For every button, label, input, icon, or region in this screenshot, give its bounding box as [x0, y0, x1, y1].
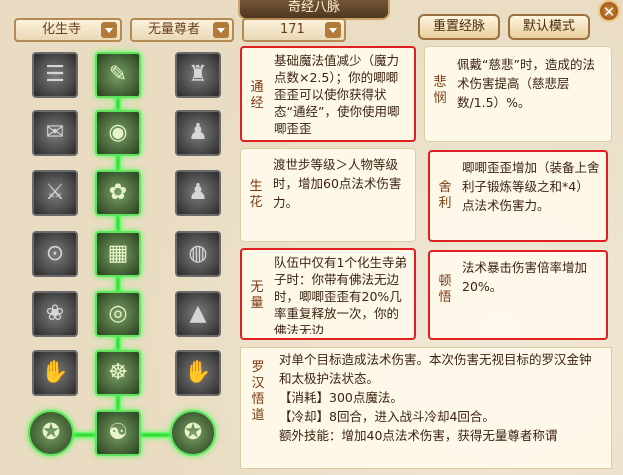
detail-line: 【冷却】8回合，进入战斗冷却4回合。	[279, 409, 495, 424]
skill-name: 顿悟	[438, 274, 452, 305]
skill-description: 基础魔法值减少（魔力点数×2.5）；你的唧唧歪歪可以使你获得状态“通经”，使你使…	[274, 53, 400, 136]
stupa-icon: ▲	[189, 301, 207, 326]
scroll-icon: ✉	[45, 120, 65, 145]
node-figure[interactable]: ♟	[175, 110, 221, 156]
figure-icon: ♟	[188, 120, 208, 145]
chevron-down-icon[interactable]	[213, 22, 229, 38]
meditate-icon: ☯	[108, 420, 128, 445]
sect-value: 化生寺	[42, 22, 82, 37]
eye-icon: ◉	[108, 120, 128, 145]
school-dropdown[interactable]: 无量尊者	[130, 18, 234, 42]
skill-detail-panel: 罗汉悟道 对单个目标造成法术伤害。本次伤害无视目标的罗汉金钟和太极护法状态。 【…	[240, 347, 612, 469]
chevron-down-icon[interactable]	[325, 22, 341, 38]
meditate-icon: ☸	[108, 360, 128, 385]
skill-name: 悲悯	[433, 75, 447, 106]
node-lotus[interactable]: ❀	[32, 291, 78, 337]
flower-icon: ✿	[108, 180, 128, 205]
sect-dropdown[interactable]: 化生寺	[14, 18, 122, 42]
skill-card-beimin[interactable]: 悲悯 佩戴“慈悲”时，造成的法术伤害提高（慈悲层数/1.5）%。	[424, 46, 612, 142]
node-eye[interactable]: ◉	[95, 110, 141, 156]
detail-line: 额外技能：增加40点法术伤害，获得无量尊者称谓	[279, 428, 558, 443]
chevron-down-icon[interactable]	[101, 22, 117, 38]
node-meditate-bottom[interactable]: ☯	[95, 410, 141, 456]
meridian-tree: ☰ ✎ ♜ ✉ ◉ ♟ ⚔ ✿ ♟ ⊙ ▦ ◍ ❀ ◎ ▲ ✋ ☸ ✋ ✪ ☯ …	[20, 48, 238, 470]
window-title: 奇经八脉	[238, 0, 390, 20]
skill-description: 渡世步等级＞人物等级时，增加60点法术伤害力。	[273, 157, 402, 210]
lotus-icon: ❀	[45, 301, 65, 326]
hand-icon: ✋	[41, 360, 69, 385]
book-icon: ☰	[45, 62, 65, 87]
node-stone[interactable]: ◍	[175, 231, 221, 277]
node-wave[interactable]: ◎	[95, 291, 141, 337]
node-brush[interactable]: ✎	[95, 52, 141, 98]
node-altar[interactable]: ▦	[95, 231, 141, 277]
coin-icon: ✪	[41, 420, 61, 445]
node-hand[interactable]: ✋	[32, 350, 78, 396]
skill-name: 通经	[250, 80, 264, 111]
ring-icon: ⊙	[45, 241, 65, 266]
altar-icon: ▦	[107, 241, 129, 266]
skill-card-dunwu[interactable]: 顿悟 法术暴击伤害倍率增加20%。	[428, 250, 608, 340]
skill-description: 法术暴击伤害倍率增加20%。	[462, 260, 588, 294]
node-coin-right[interactable]: ✪	[170, 410, 216, 456]
brush-icon: ✎	[108, 62, 128, 87]
node-flower[interactable]: ✿	[95, 170, 141, 216]
meridian-window: 奇经八脉 ✕ 化生寺 无量尊者 171 重置经脉 默认模式 ☰ ✎ ♜ ✉ ◉ …	[0, 0, 623, 475]
blade-icon: ⚔	[45, 180, 65, 205]
skill-name: 舍利	[438, 180, 452, 211]
figure-icon: ♟	[188, 180, 208, 205]
node-scroll[interactable]: ✉	[32, 110, 78, 156]
node-blade[interactable]: ⚔	[32, 170, 78, 216]
hand-icon: ✋	[184, 360, 212, 385]
skill-card-tongjing[interactable]: 通经 基础魔法值减少（魔力点数×2.5）；你的唧唧歪歪可以使你获得状态“通经”，…	[240, 46, 416, 142]
stone-icon: ◍	[188, 241, 208, 266]
skill-name: 无量	[250, 280, 264, 311]
node-coin-left[interactable]: ✪	[28, 410, 74, 456]
reset-meridian-button[interactable]: 重置经脉	[418, 14, 500, 40]
node-hand[interactable]: ✋	[175, 350, 221, 396]
figure-icon: ♜	[188, 62, 208, 87]
node-figure[interactable]: ♟	[175, 170, 221, 216]
skill-description: 佩戴“慈悲”时，造成的法术伤害提高（慈悲层数/1.5）%。	[457, 57, 595, 110]
school-value: 无量尊者	[148, 22, 201, 37]
node-meditate[interactable]: ☸	[95, 350, 141, 396]
node-figure[interactable]: ♜	[175, 52, 221, 98]
skill-card-shenghua[interactable]: 生花 渡世步等级＞人物等级时，增加60点法术伤害力。	[240, 148, 416, 242]
skill-description: 唧唧歪歪增加（装备上舍利子锻炼等级之和*4）点法术伤害力。	[462, 160, 600, 213]
default-mode-button[interactable]: 默认模式	[508, 14, 590, 40]
detail-text: 对单个目标造成法术伤害。本次伤害无视目标的罗汉金钟和太极护法状态。 【消耗】30…	[279, 350, 603, 445]
detail-skill-name: 罗汉悟道	[251, 360, 265, 423]
skill-description: 队伍中仅有1个化生寺弟子时：你带有佛法无边时，唧唧歪歪有20%几率重复释放一次，…	[274, 255, 407, 334]
node-book[interactable]: ☰	[32, 52, 78, 98]
skill-name: 生花	[249, 179, 263, 210]
detail-line: 对单个目标造成法术伤害。本次伤害无视目标的罗汉金钟和太极护法状态。	[279, 352, 592, 386]
skill-card-wuliang[interactable]: 无量 队伍中仅有1个化生寺弟子时：你带有佛法无边时，唧唧歪歪有20%几率重复释放…	[240, 248, 416, 340]
coin-icon: ✪	[183, 420, 203, 445]
detail-line: 【消耗】300点魔法。	[279, 390, 403, 405]
skill-card-sheli[interactable]: 舍利 唧唧歪歪增加（装备上舍利子锻炼等级之和*4）点法术伤害力。	[428, 150, 608, 242]
node-stupa[interactable]: ▲	[175, 291, 221, 337]
close-icon[interactable]: ✕	[598, 0, 620, 22]
points-dropdown[interactable]: 171	[242, 18, 346, 42]
points-value: 171	[280, 22, 305, 37]
wave-icon: ◎	[108, 301, 128, 326]
node-ring[interactable]: ⊙	[32, 231, 78, 277]
